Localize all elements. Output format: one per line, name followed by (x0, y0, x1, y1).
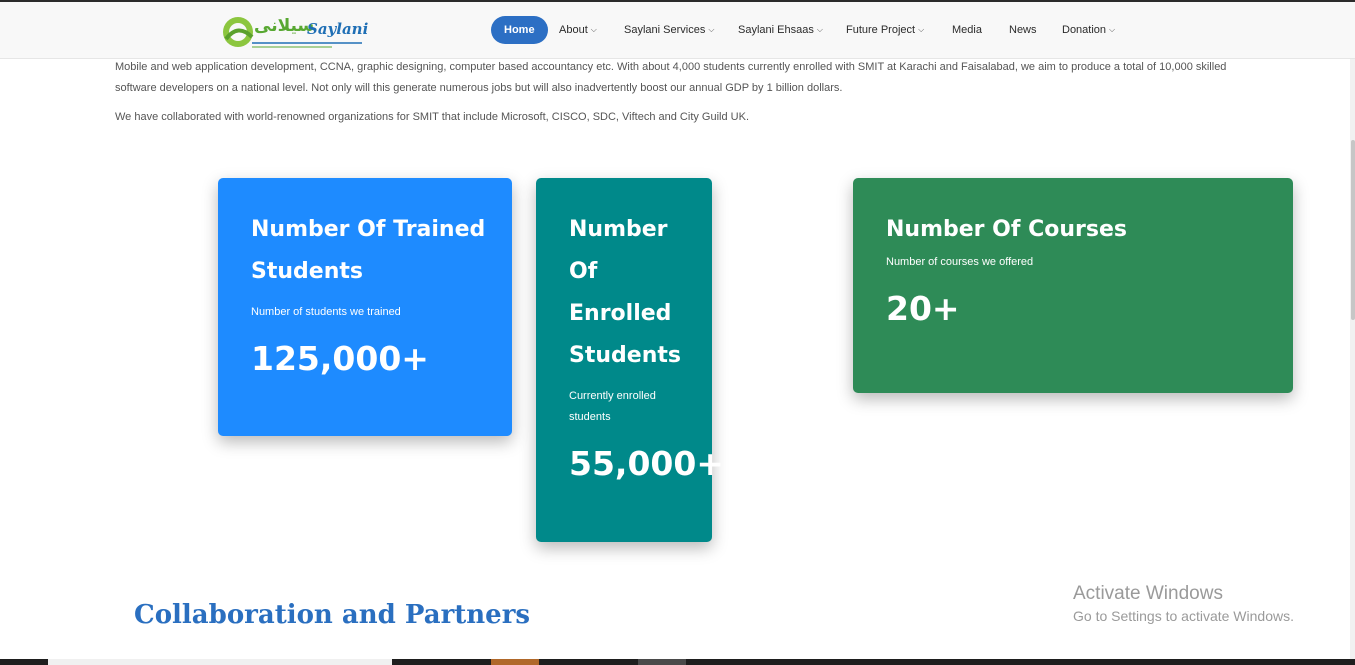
card-subtitle: Currently enrolled students (569, 390, 656, 423)
card-subtitle: Number of students we trained (251, 306, 401, 318)
chevron-down-icon: ⌵ (918, 25, 925, 34)
trained-students-card: Number Of Trained Students Number of stu… (218, 178, 512, 436)
chevron-down-icon: ⌵ (816, 25, 823, 34)
activate-windows-watermark: Activate Windows Go to Settings to activ… (1073, 582, 1294, 626)
taskbar-search[interactable] (48, 659, 392, 665)
taskbar-app-icon[interactable] (491, 659, 539, 665)
scrollbar-thumb[interactable] (1351, 140, 1355, 320)
nav-media[interactable]: Media (952, 16, 982, 44)
courses-count: 20+ (886, 289, 960, 328)
enrolled-students-card: Number Of Enrolled Students Currently en… (536, 178, 724, 542)
taskbar-app-icon[interactable] (638, 659, 686, 665)
nav-home[interactable]: Home (491, 16, 548, 44)
collaborations-paragraph: We have collaborated with world-renowned… (115, 111, 750, 123)
nav-news[interactable]: News (1009, 16, 1037, 44)
nav-about[interactable]: About ⌵ (559, 16, 597, 44)
watermark-title: Activate Windows (1073, 583, 1223, 604)
intro-paragraph: Mobile and web application development, … (115, 61, 1227, 94)
chevron-down-icon: ⌵ (590, 25, 597, 34)
chevron-down-icon: ⌵ (708, 25, 715, 34)
card-subtitle: Number of courses we offered (886, 256, 1034, 268)
watermark-subtitle: Go to Settings to activate Windows. (1073, 608, 1294, 624)
chevron-down-icon: ⌵ (1109, 25, 1116, 34)
logo-urdu-text: سیلانی (254, 16, 315, 36)
nav-saylani-ehsaas[interactable]: Saylani Ehsaas ⌵ (738, 16, 823, 44)
trained-students-count: 125,000+ (251, 339, 429, 378)
collaboration-heading: Collaboration and Partners (134, 600, 531, 630)
nav-saylani-services[interactable]: Saylani Services ⌵ (624, 16, 714, 44)
card-title: Number Of Trained Students (251, 217, 486, 284)
logo-text: Saylani (307, 20, 369, 38)
card-title: Number Of Courses (886, 217, 1127, 242)
card-title: Number Of Enrolled Students (569, 217, 681, 368)
nav-future-project[interactable]: Future Project ⌵ (846, 16, 924, 44)
enrolled-students-count: 55,000+ (569, 444, 724, 483)
nav-donation[interactable]: Donation ⌵ (1062, 16, 1115, 44)
site-header: سیلانی Saylani Home About ⌵ Saylani Servi… (0, 2, 1355, 59)
courses-card: Number Of Courses Number of courses we o… (853, 178, 1293, 393)
